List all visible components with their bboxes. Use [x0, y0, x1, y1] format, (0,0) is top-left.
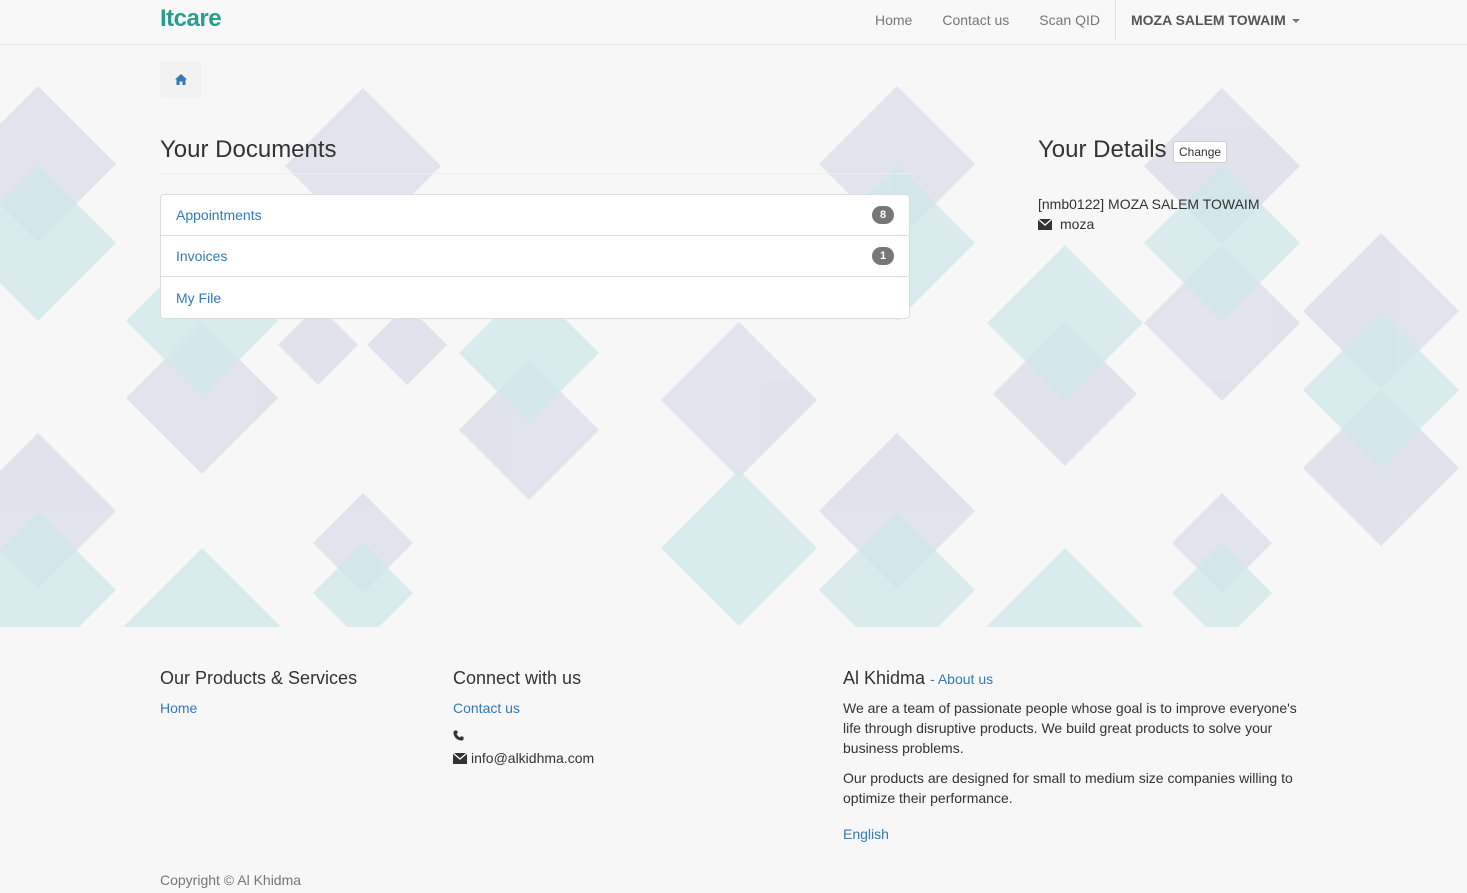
list-item-appointments[interactable]: Appointments 8: [161, 195, 909, 236]
details-title: Your Details: [1038, 136, 1167, 163]
list-item-invoices[interactable]: Invoices 1: [161, 236, 909, 277]
invoices-link[interactable]: Invoices: [176, 248, 227, 264]
list-item-my-file[interactable]: My File: [161, 277, 909, 318]
documents-title: Your Documents: [160, 136, 337, 163]
user-email: moza: [1060, 216, 1095, 232]
home-icon[interactable]: [175, 72, 187, 88]
user-details-email-row: moza: [1038, 216, 1094, 232]
top-navbar: Itcare Home Contact us Scan QID MOZA SAL…: [0, 0, 1467, 45]
nav-links: Home Contact us Scan QID: [860, 0, 1115, 44]
my-file-link[interactable]: My File: [176, 290, 221, 306]
user-details-name: [nmb0122] MOZA SALEM TOWAIM: [1038, 196, 1260, 212]
nav-home-link[interactable]: Home: [860, 0, 927, 44]
documents-divider: [160, 173, 910, 174]
user-menu-toggle[interactable]: MOZA SALEM TOWAIM: [1115, 0, 1300, 40]
envelope-icon: [453, 752, 467, 764]
footer-copyright: Copyright © Al Khidma: [160, 872, 302, 888]
footer-about-paragraph-1: We are a team of passionate people whose…: [843, 700, 1297, 756]
breadcrumb: [160, 61, 202, 98]
envelope-icon: [1038, 218, 1052, 230]
footer-email: info@alkidhma.com: [471, 750, 595, 766]
footer-products-title: Our Products & Services: [160, 668, 358, 688]
footer-contact-link[interactable]: Contact us: [453, 700, 520, 716]
logo-text: Itcare: [160, 5, 222, 32]
caret-down-icon: [1291, 19, 1300, 24]
phone-icon: [453, 730, 464, 741]
nav-scan-qid-link[interactable]: Scan QID: [1024, 0, 1115, 44]
background-pattern: [0, 86, 1459, 627]
footer: Our Products & Services Home Connect wit…: [0, 627, 1467, 893]
documents-list: Appointments 8 Invoices 1 My File: [160, 194, 910, 319]
appointments-link[interactable]: Appointments: [176, 207, 262, 223]
invoices-count-badge: 1: [872, 247, 894, 265]
user-name: MOZA SALEM TOWAIM: [1131, 12, 1286, 28]
footer-home-link[interactable]: Home: [160, 700, 197, 716]
footer-about-title: Al Khidma - About us: [843, 668, 993, 689]
footer-company-name: Al Khidma: [843, 668, 926, 688]
footer-about-paragraph-2: Our products are designed for small to m…: [843, 770, 1293, 806]
footer-phone-row: [453, 730, 464, 741]
footer-about-link[interactable]: - About us: [930, 671, 993, 687]
change-details-button[interactable]: Change: [1173, 141, 1228, 163]
footer-connect-title: Connect with us: [453, 668, 582, 688]
nav-contact-link[interactable]: Contact us: [927, 0, 1024, 44]
appointments-count-badge: 8: [872, 206, 894, 224]
brand-logo[interactable]: Itcare: [160, 4, 222, 34]
language-selector-link[interactable]: English: [843, 826, 889, 842]
footer-email-row: info@alkidhma.com: [453, 750, 594, 766]
